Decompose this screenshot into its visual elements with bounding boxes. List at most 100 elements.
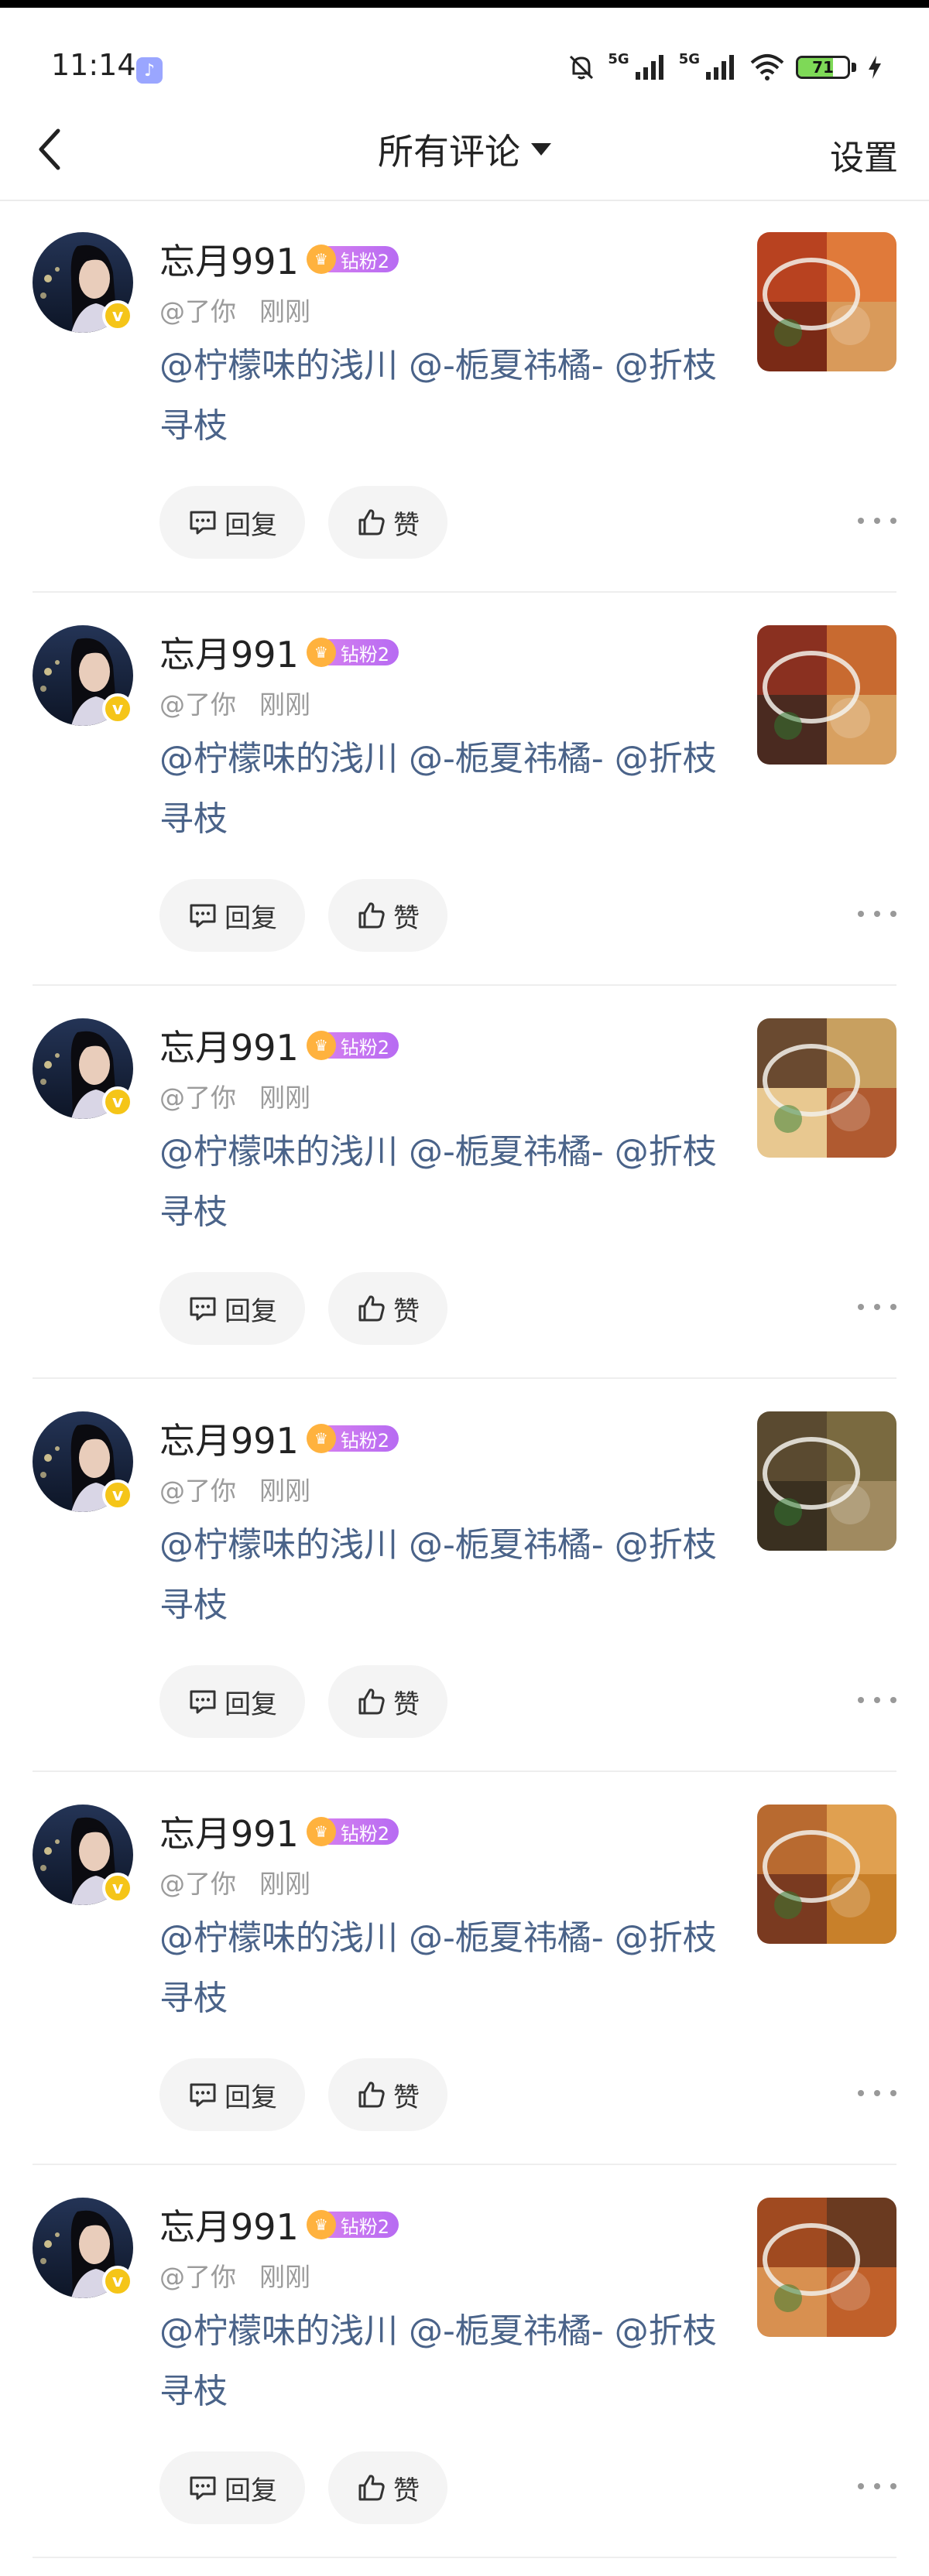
comment-actions: 回复 赞 [159, 2451, 447, 2524]
comment-item: v 忘月991 ♛ 钻粉2 @了你 刚刚 @柠檬味的浅川 @-栀夏祎橘- @折枝… [0, 1772, 929, 2165]
video-thumbnail[interactable] [757, 1805, 896, 1944]
item-divider [33, 2557, 896, 2558]
username[interactable]: 忘月991 [159, 627, 299, 678]
reply-button[interactable]: 回复 [159, 2058, 305, 2131]
status-time: 11:14 [51, 48, 136, 82]
username[interactable]: 忘月991 [159, 234, 299, 285]
like-button[interactable]: 赞 [328, 1272, 447, 1345]
comment-item: v 忘月991 ♛ 钻粉2 @了你 刚刚 @柠檬味的浅川 @-栀夏祎橘- @折枝… [0, 1379, 929, 1772]
comment-item: v 忘月991 ♛ 钻粉2 @了你 刚刚 @柠檬味的浅川 @-栀夏祎橘- @折枝… [0, 986, 929, 1379]
comment-actions: 回复 赞 [159, 1272, 447, 1345]
video-thumbnail[interactable] [757, 232, 896, 371]
thumbs-up-icon [358, 2475, 385, 2501]
comment-time: 刚刚 [259, 296, 310, 327]
caret-down-icon [531, 143, 551, 156]
thumbs-up-icon [358, 2082, 385, 2108]
reply-button[interactable]: 回复 [159, 1665, 305, 1738]
verified-badge-icon: v [102, 1480, 133, 1510]
comment-text[interactable]: @柠檬味的浅川 @-栀夏祎橘- @折枝寻枝 [159, 1122, 732, 1243]
comment-actions: 回复 赞 [159, 1665, 447, 1738]
page-title: 所有评论 [378, 131, 520, 173]
comment-filter-dropdown[interactable]: 所有评论 [0, 122, 929, 176]
crown-icon: ♛ [306, 2210, 336, 2239]
comment-bubble-icon [190, 1297, 216, 1321]
video-thumbnail[interactable] [757, 1411, 896, 1551]
comment-text[interactable]: @柠檬味的浅川 @-栀夏祎橘- @折枝寻枝 [159, 1908, 732, 2029]
crown-icon: ♛ [306, 1817, 336, 1846]
status-icons: 5G 5G 71 [566, 48, 883, 87]
fan-level-badge: ♛ 钻粉2 [306, 1031, 399, 1060]
reply-label: 回复 [225, 1295, 277, 1327]
video-thumbnail[interactable] [757, 1018, 896, 1158]
username[interactable]: 忘月991 [159, 1020, 299, 1071]
signal-5g-label-2: 5G [678, 50, 700, 67]
like-label: 赞 [393, 2082, 420, 2113]
thumbs-up-icon [358, 902, 385, 929]
battery-level-text: 71 [812, 58, 834, 77]
like-label: 赞 [393, 2475, 420, 2506]
verified-badge-icon: v [102, 693, 133, 724]
username[interactable]: 忘月991 [159, 2199, 299, 2250]
verified-badge-icon: v [102, 2266, 133, 2297]
video-thumbnail[interactable] [757, 625, 896, 765]
reply-button[interactable]: 回复 [159, 486, 305, 559]
like-label: 赞 [393, 1688, 420, 1720]
username[interactable]: 忘月991 [159, 1413, 299, 1464]
reply-button[interactable]: 回复 [159, 879, 305, 952]
like-label: 赞 [393, 1295, 420, 1327]
comment-text[interactable]: @柠檬味的浅川 @-栀夏祎橘- @折枝寻枝 [159, 336, 732, 457]
charging-bolt-icon [869, 56, 881, 79]
settings-button[interactable]: 设置 [830, 130, 898, 180]
more-options-icon[interactable] [858, 2475, 896, 2498]
comment-text[interactable]: @柠檬味的浅川 @-栀夏祎橘- @折枝寻枝 [159, 2301, 732, 2422]
comment-meta: @了你 刚刚 [159, 1863, 310, 1900]
like-button[interactable]: 赞 [328, 879, 447, 952]
comment-actions: 回复 赞 [159, 486, 447, 559]
more-options-icon[interactable] [858, 902, 896, 925]
fan-level-badge: ♛ 钻粉2 [306, 2210, 399, 2239]
comment-text[interactable]: @柠檬味的浅川 @-栀夏祎橘- @折枝寻枝 [159, 1515, 732, 1636]
thumbs-up-icon [358, 1688, 385, 1715]
fan-level-label: 钻粉2 [327, 1818, 399, 1845]
comment-meta: @了你 刚刚 [159, 1470, 310, 1507]
comment-time: 刚刚 [259, 689, 310, 720]
username[interactable]: 忘月991 [159, 1806, 299, 1857]
like-button[interactable]: 赞 [328, 2451, 447, 2524]
more-options-icon[interactable] [858, 2082, 896, 2105]
video-thumbnail[interactable] [757, 2198, 896, 2337]
reply-label: 回复 [225, 2082, 277, 2113]
thumbs-up-icon [358, 509, 385, 535]
crown-icon: ♛ [306, 1424, 336, 1453]
comment-bubble-icon [190, 2083, 216, 2107]
comment-actions: 回复 赞 [159, 2058, 447, 2131]
username-row: 忘月991 ♛ 钻粉2 [159, 1805, 399, 1859]
comment-time: 刚刚 [259, 2262, 310, 2292]
wifi-icon [750, 54, 784, 80]
username-row: 忘月991 ♛ 钻粉2 [159, 232, 399, 286]
mention-tag: @了你 [159, 1083, 236, 1113]
food-thumbnail-image [757, 1411, 896, 1551]
signal-icon [635, 55, 663, 80]
username-row: 忘月991 ♛ 钻粉2 [159, 2198, 399, 2252]
like-button[interactable]: 赞 [328, 2058, 447, 2131]
more-options-icon[interactable] [858, 1295, 896, 1319]
status-bar: 11:14 ♪ 5G 5G 71 [0, 0, 929, 101]
comment-meta: @了你 刚刚 [159, 1077, 310, 1114]
comments-header: 所有评论 设置 [0, 101, 929, 201]
food-thumbnail-image [757, 232, 896, 371]
comment-meta: @了你 刚刚 [159, 291, 310, 328]
reply-button[interactable]: 回复 [159, 2451, 305, 2524]
comment-item: v 忘月991 ♛ 钻粉2 @了你 刚刚 @柠檬味的浅川 @-栀夏祎橘- @折枝… [0, 593, 929, 986]
signal-icon [706, 55, 734, 80]
food-thumbnail-image [757, 1805, 896, 1944]
reply-button[interactable]: 回复 [159, 1272, 305, 1345]
comment-text[interactable]: @柠檬味的浅川 @-栀夏祎橘- @折枝寻枝 [159, 729, 732, 850]
more-options-icon[interactable] [858, 509, 896, 532]
comment-bubble-icon [190, 904, 216, 928]
like-button[interactable]: 赞 [328, 486, 447, 559]
like-button[interactable]: 赞 [328, 1665, 447, 1738]
mute-bell-icon [570, 55, 594, 80]
username-row: 忘月991 ♛ 钻粉2 [159, 1411, 399, 1466]
more-options-icon[interactable] [858, 1688, 896, 1712]
comment-bubble-icon [190, 2476, 216, 2500]
